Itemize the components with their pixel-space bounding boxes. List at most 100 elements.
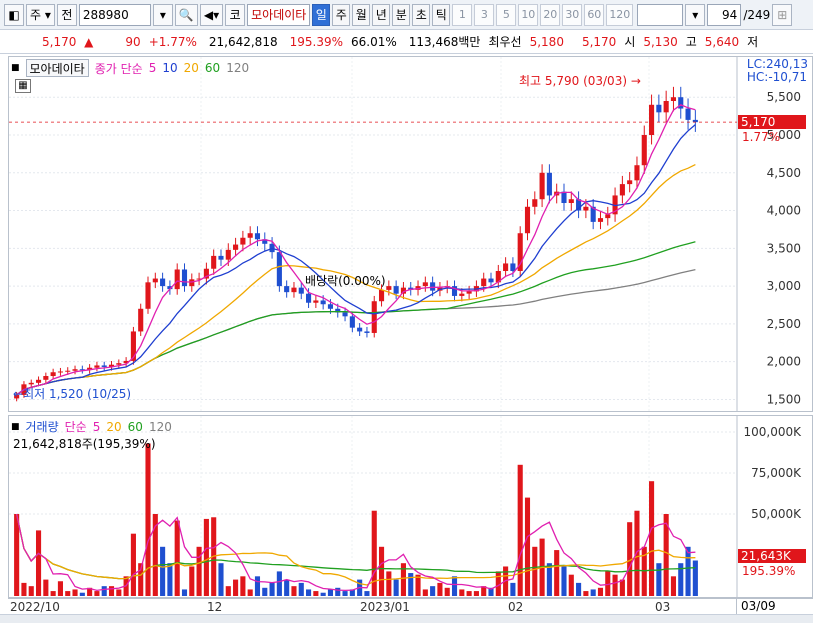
volume-bar — [576, 582, 582, 596]
hc-label: HC:-10,71 — [746, 70, 808, 84]
period-tick[interactable]: 틱 — [432, 3, 451, 26]
high-marker: 최고 5,790 (03/03) → — [519, 74, 641, 88]
volume-bar — [167, 563, 173, 596]
speaker-icon[interactable]: ◀▾ — [199, 3, 224, 26]
candle — [225, 249, 231, 260]
period-second[interactable]: 초 — [412, 3, 431, 26]
interval-10[interactable]: 10 — [518, 3, 539, 26]
top-toolbar: ◧ 주 ▾ 전 288980 ▾ 🔍 ◀▾ 코 모아데이타 일 주 월 년 분 … — [0, 0, 813, 30]
page-total: /249 — [743, 7, 771, 22]
volume-bar — [386, 571, 392, 596]
interval-120[interactable]: 120 — [606, 3, 634, 26]
volume-tick-label: 50,000K — [751, 507, 802, 521]
candle — [649, 104, 655, 135]
candle — [364, 331, 370, 333]
volume-bar — [473, 591, 479, 596]
chart-menu-icon[interactable]: ◧ — [4, 3, 24, 26]
interval-30[interactable]: 30 — [562, 3, 583, 26]
page-input[interactable]: 94 — [707, 3, 742, 26]
period-month[interactable]: 월 — [352, 3, 371, 26]
candle — [430, 282, 436, 291]
volume-bar — [320, 592, 326, 596]
interval-5[interactable]: 5 — [496, 3, 517, 26]
candle — [306, 293, 312, 303]
candle — [459, 293, 465, 296]
period-year[interactable]: 년 — [372, 3, 391, 26]
candle — [240, 237, 246, 245]
volume-bar — [597, 587, 604, 596]
candle — [233, 244, 239, 250]
candle — [313, 300, 319, 303]
candle — [349, 316, 355, 328]
volume-bar — [108, 586, 115, 596]
volume-bar — [28, 586, 34, 596]
grid-icon[interactable]: ⊞ — [772, 3, 793, 26]
volume-bar — [532, 546, 538, 596]
candle — [466, 291, 472, 294]
candle — [371, 301, 377, 333]
candle — [561, 191, 567, 203]
date-tick: 02 — [508, 600, 524, 614]
volume-bar — [276, 571, 282, 596]
volume-bar — [656, 563, 662, 596]
rate-value: 66.01% — [350, 34, 397, 49]
candle — [357, 327, 363, 332]
code-dropdown-icon[interactable]: ▾ — [152, 3, 173, 26]
price-chart: 5,5005,0004,5004,0003,5003,0002,5002,000… — [9, 57, 801, 411]
volume-bar — [269, 582, 275, 596]
volume-bar — [225, 586, 231, 596]
volume-pct-label: 195.39% — [742, 564, 796, 578]
volume-bar — [50, 591, 56, 596]
interval-3[interactable]: 3 — [474, 3, 495, 26]
candle — [342, 312, 348, 317]
stock-name: 모아데이타 — [247, 3, 311, 26]
volume-bar — [240, 576, 246, 596]
period-minute[interactable]: 분 — [392, 3, 411, 26]
candle — [116, 363, 122, 365]
volume-bar — [291, 586, 297, 596]
code-input[interactable]: 288980 — [78, 3, 151, 26]
volume-legend-name[interactable]: 거래량 — [26, 418, 59, 435]
candle — [291, 287, 297, 293]
interval-20[interactable]: 20 — [540, 3, 561, 26]
current-price-badge: 5,170 — [738, 115, 806, 129]
date-tick: 03 — [655, 600, 671, 614]
price-tick-label: 3,000 — [767, 279, 801, 293]
volume-bar — [437, 582, 443, 596]
jeon-button[interactable]: 전 — [56, 3, 77, 26]
date-tick: 2023/01 — [360, 600, 410, 614]
blank-dropdown-icon[interactable]: ▾ — [685, 3, 706, 26]
period-week[interactable]: 주 — [332, 3, 351, 26]
volume-bar — [65, 591, 71, 596]
price-legend-name[interactable]: 모아데이타 — [25, 59, 89, 77]
volume-legend: ■ 거래량 단순 5 20 60 120 — [11, 418, 172, 435]
candle — [43, 376, 49, 380]
mode-badge[interactable]: 코 — [225, 3, 246, 26]
ma10-line — [16, 124, 696, 396]
volume-bar — [619, 579, 625, 596]
candle — [503, 263, 509, 271]
table-icon[interactable]: ▦ — [15, 79, 31, 93]
volume-bar — [160, 546, 166, 596]
volume-bar — [649, 481, 655, 596]
vma20-label: 20 — [106, 419, 122, 434]
market-select[interactable]: 주 ▾ — [26, 3, 55, 26]
interval-60[interactable]: 60 — [584, 3, 605, 26]
lc-hc-labels: LC:240,13 HC:-10,71 — [747, 58, 808, 84]
interval-1[interactable]: 1 — [452, 3, 473, 26]
volume-bar — [145, 443, 151, 596]
price-tick-label: 5,500 — [767, 90, 801, 104]
best-label: 최우선 — [488, 35, 522, 49]
period-day[interactable]: 일 — [312, 3, 331, 26]
ma20-label: 20 — [183, 61, 199, 75]
volume-bar — [393, 579, 399, 596]
candle — [138, 308, 144, 332]
search-icon[interactable]: 🔍 — [174, 3, 198, 26]
volume-bar — [459, 589, 465, 596]
volume-bar — [400, 563, 406, 596]
volume-bar — [327, 589, 334, 596]
candle — [488, 278, 494, 283]
volume-bar — [181, 589, 188, 596]
volume-bar — [306, 589, 312, 596]
blank-input[interactable] — [637, 3, 684, 26]
